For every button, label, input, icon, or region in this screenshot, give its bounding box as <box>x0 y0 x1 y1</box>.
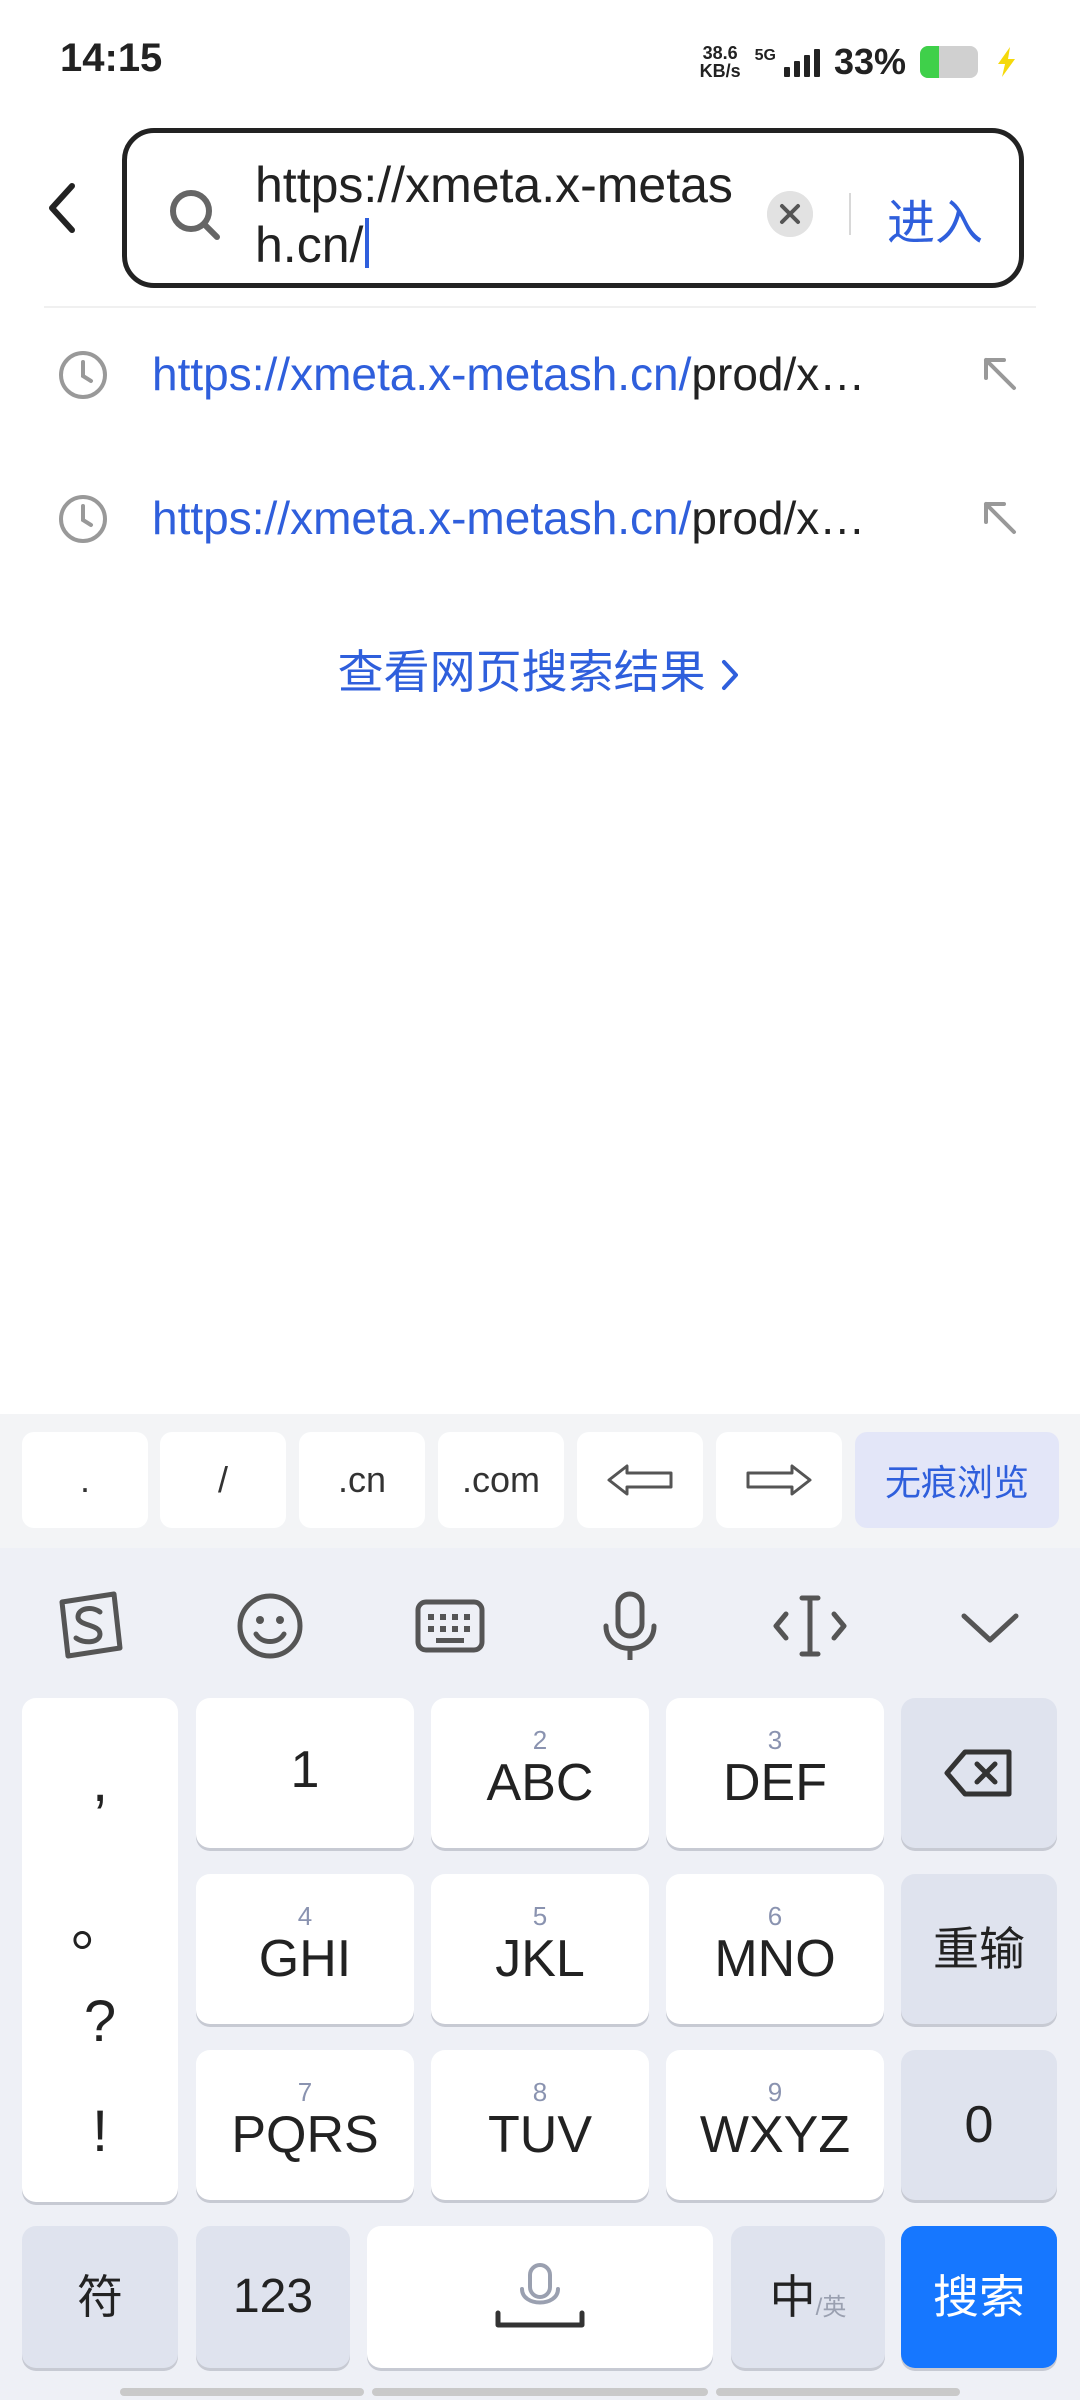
history-clock-icon <box>59 351 107 399</box>
backspace-key[interactable] <box>901 1698 1057 1848</box>
key-def[interactable]: 3 DEF <box>666 1698 884 1848</box>
url-input[interactable]: https://xmeta.x-metash.cn/ <box>255 155 735 275</box>
nav-bar-segment <box>716 2388 960 2396</box>
punctuation-exclamation[interactable]: ! <box>22 2098 178 2165</box>
punctuation-column[interactable]: , 。 ? ! <box>22 1698 178 2202</box>
key-ghi[interactable]: 4 GHI <box>196 1874 414 2024</box>
cursor-move-icon[interactable] <box>772 1588 848 1664</box>
suggestion-item[interactable]: https://xmeta.x-metash.cn/prod/x… <box>0 314 1080 444</box>
status-right: 38.6 KB/s 5G 33% <box>700 38 1020 86</box>
sogou-logo-icon[interactable] <box>52 1588 128 1664</box>
network-type: 5G <box>754 47 776 64</box>
backspace-icon <box>944 1749 1012 1797</box>
keyboard-switch-icon[interactable] <box>412 1588 488 1664</box>
retype-key[interactable]: 重输 <box>901 1874 1057 2024</box>
suggestion-text: https://xmeta.x-metash.cn/prod/x… <box>152 492 866 544</box>
battery-icon <box>920 46 978 78</box>
quick-input-row: . / .cn .com 无痕浏览 <box>0 1414 1080 1548</box>
history-clock-icon <box>59 495 107 543</box>
signal-icon: 5G <box>755 47 820 77</box>
key-wxyz[interactable]: 9 WXYZ <box>666 2050 884 2200</box>
arrow-right-icon <box>746 1464 812 1496</box>
space-mic-icon <box>495 2263 585 2328</box>
quick-key-com[interactable]: .com <box>438 1432 564 1528</box>
key-0[interactable]: 0 <box>901 2050 1057 2200</box>
search-key[interactable]: 搜索 <box>901 2226 1057 2368</box>
emoji-icon[interactable] <box>232 1588 308 1664</box>
status-bar: 14:15 38.6 KB/s 5G 33% <box>0 0 1080 120</box>
network-speed: 38.6 KB/s <box>700 44 741 80</box>
arrow-left-icon <box>607 1464 673 1496</box>
key-abc[interactable]: 2 ABC <box>431 1698 649 1848</box>
punctuation-comma[interactable]: , <box>22 1748 178 1815</box>
cursor-left-key[interactable] <box>577 1432 703 1528</box>
punctuation-period[interactable]: 。 <box>22 1878 178 1962</box>
chevron-right-icon <box>722 660 739 690</box>
key-mno[interactable]: 6 MNO <box>666 1874 884 2024</box>
hide-keyboard-icon[interactable] <box>952 1588 1028 1664</box>
charging-icon <box>998 47 1015 77</box>
text-cursor <box>365 218 370 268</box>
key-1[interactable]: 1 <box>196 1698 414 1848</box>
keyboard-toolbar <box>0 1548 1080 1708</box>
microphone-icon[interactable] <box>592 1588 668 1664</box>
divider <box>44 306 1036 308</box>
symbol-key[interactable]: 符 <box>22 2226 178 2368</box>
web-results-label: 查看网页搜索结果 <box>337 646 706 698</box>
back-arrow-icon[interactable] <box>40 178 86 238</box>
network-speed-value: 38.6 <box>702 43 738 63</box>
fill-in-arrow-icon[interactable] <box>978 352 1022 396</box>
cursor-right-key[interactable] <box>716 1432 842 1528</box>
suggestion-item[interactable]: https://xmeta.x-metash.cn/prod/x… <box>0 458 1080 588</box>
nav-bar-segment <box>372 2388 708 2396</box>
space-key[interactable] <box>367 2226 713 2368</box>
view-web-results-link[interactable]: 查看网页搜索结果 <box>0 636 1080 702</box>
key-pqrs[interactable]: 7 PQRS <box>196 2050 414 2200</box>
quick-key-dot[interactable]: . <box>22 1432 148 1528</box>
quick-key-slash[interactable]: / <box>160 1432 286 1528</box>
clear-input-icon[interactable] <box>767 191 813 237</box>
language-switch-key[interactable]: 中 /英 <box>731 2226 885 2368</box>
search-icon <box>170 190 220 240</box>
battery-percent: 33% <box>833 41 906 82</box>
punctuation-question[interactable]: ? <box>22 1988 178 2055</box>
suggestion-text: https://xmeta.x-metash.cn/prod/x… <box>152 348 866 400</box>
enter-button[interactable]: 进入 <box>887 183 983 253</box>
private-browse-button[interactable]: 无痕浏览 <box>855 1432 1059 1528</box>
status-time: 14:15 <box>60 36 163 80</box>
fill-in-arrow-icon[interactable] <box>978 496 1022 540</box>
key-jkl[interactable]: 5 JKL <box>431 1874 649 2024</box>
network-speed-unit: KB/s <box>699 61 741 81</box>
key-tuv[interactable]: 8 TUV <box>431 2050 649 2200</box>
number-mode-key[interactable]: 123 <box>196 2226 350 2368</box>
nav-bar-segment <box>120 2388 364 2396</box>
search-box[interactable]: https://xmeta.x-metash.cn/ 进入 <box>122 128 1024 288</box>
divider <box>849 193 851 235</box>
url-text: https://xmeta.x-metash.cn/ <box>255 157 733 273</box>
quick-key-cn[interactable]: .cn <box>299 1432 425 1528</box>
